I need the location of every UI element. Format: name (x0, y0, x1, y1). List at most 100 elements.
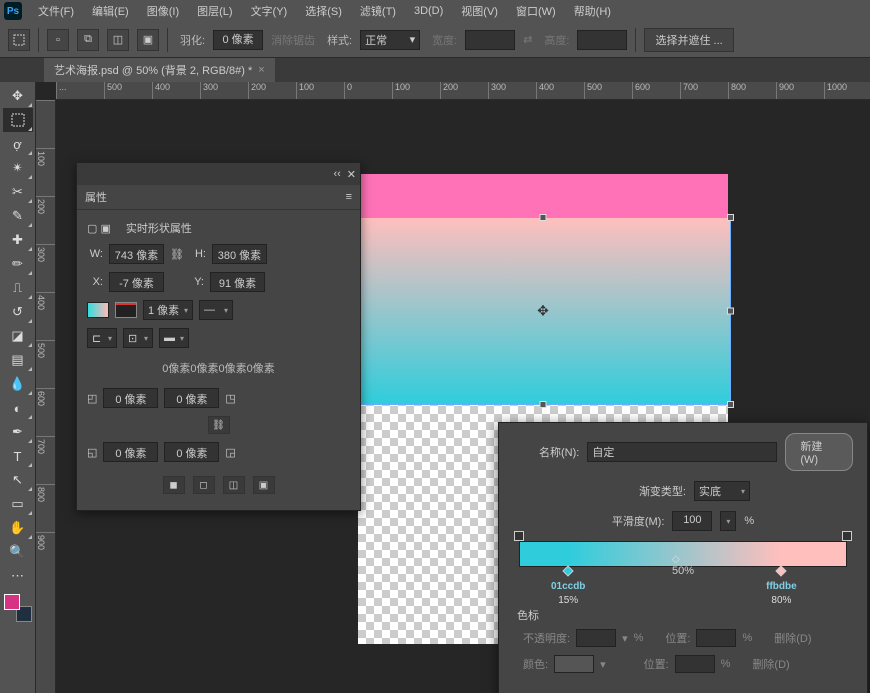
gradient-editor-dialog[interactable]: 名称(N): 新建(W) 渐变类型: 实底▾ 平滑度(M): 100 ▾ % (498, 422, 868, 693)
opacity-input (576, 629, 616, 647)
color-swatches[interactable] (4, 594, 32, 622)
marquee-tool[interactable] (3, 108, 33, 132)
midpoint-marker[interactable]: ◇50% (672, 554, 694, 577)
color-stop-right[interactable]: ffbdbe 80% (776, 567, 786, 579)
blur-tool[interactable]: 💧 (3, 372, 33, 396)
new-gradient-button[interactable]: 新建(W) (785, 433, 853, 471)
style-select[interactable]: 正常▾ (360, 30, 420, 50)
lasso-tool[interactable]: ợ (3, 132, 33, 156)
hand-tool[interactable]: ✋ (3, 516, 33, 540)
select-and-mask-button[interactable]: 选择并遮住 ... (644, 28, 733, 52)
stroke-cap-select[interactable]: ⊏▾ (87, 328, 117, 348)
gradient-name-input[interactable] (587, 442, 777, 462)
eraser-tool[interactable]: ◪ (3, 324, 33, 348)
position-input-1 (696, 629, 736, 647)
smooth-stepper[interactable]: ▾ (720, 511, 736, 531)
gradient-tool[interactable]: ▤ (3, 348, 33, 372)
history-brush-tool[interactable]: ↺ (3, 300, 33, 324)
new-selection-icon[interactable]: ▫ (47, 29, 69, 51)
horizontal-ruler: ...5004003002001000100200300400500600700… (56, 82, 870, 100)
width-field[interactable]: 743 像素 (109, 244, 164, 264)
link-wh-icon[interactable]: ⛓ (170, 248, 184, 261)
menu-help[interactable]: 帮助(H) (566, 3, 619, 19)
close-tab-icon[interactable]: × (258, 64, 264, 76)
menu-window[interactable]: 窗口(W) (508, 3, 564, 19)
corner-tr-icon: ◳ (225, 392, 235, 405)
corner-bl-field[interactable]: 0 像素 (103, 442, 158, 462)
y-field[interactable]: 91 像素 (210, 272, 265, 292)
width-input (465, 30, 515, 50)
subtract-selection-icon[interactable]: ◫ (107, 29, 129, 51)
menu-filter[interactable]: 滤镜(T) (352, 3, 404, 19)
type-tool[interactable]: T (3, 444, 33, 468)
name-label: 名称(N): (513, 444, 579, 460)
gradient-shape-layer[interactable]: ✥ (356, 218, 730, 404)
menu-layer[interactable]: 图层(L) (189, 3, 240, 19)
add-selection-icon[interactable]: ⧉ (77, 29, 99, 51)
menu-edit[interactable]: 编辑(E) (84, 3, 137, 19)
corner-tl-field[interactable]: 0 像素 (103, 388, 158, 408)
wand-tool[interactable]: ✴ (3, 156, 33, 180)
corner-br-field[interactable]: 0 像素 (164, 442, 219, 462)
marquee-tool-preset-icon[interactable] (8, 29, 30, 51)
stroke-width-select[interactable]: 1 像素▾ (143, 300, 193, 320)
properties-tab-label[interactable]: 属性 (85, 189, 107, 205)
smoothness-input[interactable]: 100 (672, 511, 712, 531)
shape-tool[interactable]: ▭ (3, 492, 33, 516)
pathop-subtract-icon[interactable]: ◻ (193, 476, 215, 494)
canvas-area[interactable]: ...5004003002001000100200300400500600700… (36, 82, 870, 693)
opacity-stop-right[interactable] (842, 531, 852, 541)
height-label: 高度: (544, 32, 569, 48)
properties-panel[interactable]: ‹‹ ✕ 属性≡ ▢ ▣ 实时形状属性 W:743 像素 ⛓ H:380 像素 … (76, 162, 361, 511)
color-stop-left[interactable]: 01ccdb 15% (563, 567, 573, 579)
menu-file[interactable]: 文件(F) (30, 3, 82, 19)
position-label-2: 位置: (644, 656, 669, 672)
pink-layer (358, 174, 728, 218)
left-toolbar: ✥ ợ ✴ ✂ ✎ ✚ ✏ ⎍ ↺ ◪ ▤ 💧 ◐ ✒ T ↖ ▭ ✋ 🔍 ⋯ (0, 82, 36, 693)
feather-input[interactable]: 0 像素 (213, 30, 263, 50)
antialias-checkbox: 消除锯齿 (271, 32, 315, 48)
gradient-bar[interactable]: 01ccdb 15% ◇50% ffbdbe 80% (519, 541, 847, 567)
corner-tr-field[interactable]: 0 像素 (164, 388, 219, 408)
link-corners-icon[interactable]: ⛓ (208, 416, 230, 434)
style-label: 样式: (327, 32, 352, 48)
pathop-exclude-icon[interactable]: ▣ (253, 476, 275, 494)
menu-view[interactable]: 视图(V) (453, 3, 506, 19)
opacity-stop-left[interactable] (514, 531, 524, 541)
pathop-combine-icon[interactable]: ◼ (163, 476, 185, 494)
vertical-ruler: 100200300400500600700800900 (36, 100, 56, 693)
stamp-tool[interactable]: ⎍ (3, 276, 33, 300)
panel-menu-icon[interactable]: ≡ (346, 191, 352, 203)
dodge-tool[interactable]: ◐ (3, 396, 33, 420)
menu-image[interactable]: 图像(I) (139, 3, 187, 19)
stroke-swatch[interactable] (115, 302, 137, 318)
menu-type[interactable]: 文字(Y) (243, 3, 296, 19)
document-tab[interactable]: 艺术海报.psd @ 50% (背景 2, RGB/8#) * × (44, 58, 275, 82)
height-field[interactable]: 380 像素 (212, 244, 267, 264)
height-input (577, 30, 627, 50)
close-panel-icon[interactable]: ✕ (347, 168, 356, 181)
brush-tool[interactable]: ✏ (3, 252, 33, 276)
stroke-align-select[interactable]: ▬▾ (159, 328, 189, 348)
corner-tl-icon: ◰ (87, 392, 97, 405)
intersect-selection-icon[interactable]: ▣ (137, 29, 159, 51)
x-label: X: (87, 276, 103, 288)
fill-swatch[interactable] (87, 302, 109, 318)
crop-tool[interactable]: ✂ (3, 180, 33, 204)
path-tool[interactable]: ↖ (3, 468, 33, 492)
menu-select[interactable]: 选择(S) (297, 3, 350, 19)
pathop-intersect-icon[interactable]: ◫ (223, 476, 245, 494)
heal-tool[interactable]: ✚ (3, 228, 33, 252)
menu-3d[interactable]: 3D(D) (406, 5, 451, 17)
eyedropper-tool[interactable]: ✎ (3, 204, 33, 228)
gradient-type-select[interactable]: 实底▾ (694, 481, 750, 501)
stroke-corner-select[interactable]: ⊡▾ (123, 328, 153, 348)
corner-bl-icon: ◱ (87, 446, 97, 459)
zoom-tool[interactable]: 🔍 (3, 540, 33, 564)
stroke-style-select[interactable]: —▾ (199, 300, 233, 320)
toolbar-more[interactable]: ⋯ (3, 564, 33, 588)
x-field[interactable]: -7 像素 (109, 272, 164, 292)
pen-tool[interactable]: ✒ (3, 420, 33, 444)
move-tool[interactable]: ✥ (3, 84, 33, 108)
panel-collapse-icon[interactable]: ‹‹ (333, 168, 340, 180)
